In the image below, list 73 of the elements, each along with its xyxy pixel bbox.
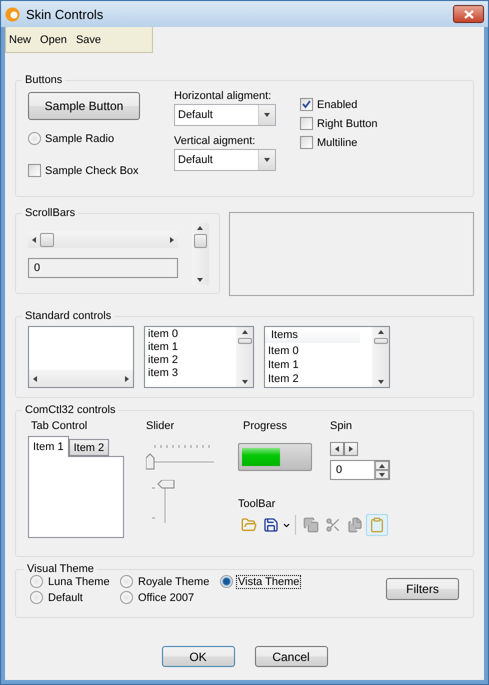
radio-button[interactable] [28,132,41,145]
radio-label[interactable]: Royale Theme [137,576,210,588]
sample-button[interactable]: Sample Button [28,92,140,120]
checkbox[interactable] [300,117,313,130]
section-label: Spin [330,420,354,432]
tab[interactable]: Item 1 [28,436,69,457]
horizontal-scrollbar[interactable] [29,370,133,387]
clipboard-button[interactable] [366,514,388,536]
list-item[interactable]: Item 2 [268,372,369,386]
group-title: ComCtl32 controls [24,404,116,416]
caret-icon [258,105,275,125]
section-label: Slider [146,420,176,432]
radio-button[interactable] [120,591,133,604]
value-field[interactable]: 0 [28,258,178,278]
left-arrow-button[interactable] [330,442,344,456]
radio-label[interactable]: Vista Theme [237,576,300,588]
close-icon [464,10,474,18]
right-arrow-button[interactable] [344,442,358,456]
ok-button[interactable]: OK [162,646,234,667]
checkbox[interactable] [300,98,313,111]
spin-field[interactable]: 0 [330,460,390,480]
vertical-scrollbar[interactable] [236,327,253,387]
alignment-dropdown[interactable]: Default [174,149,276,171]
radio-label[interactable]: Office 2007 [137,592,196,604]
radio-label[interactable]: Luna Theme [47,576,111,588]
checkbox[interactable] [28,164,41,177]
cancel-button[interactable]: Cancel [254,646,328,667]
checkbox-label[interactable]: Right Button [317,118,378,130]
checkbox-label[interactable]: Multiline [317,136,358,148]
menu-item[interactable]: New [9,34,32,46]
radio-button[interactable] [120,575,133,588]
app-icon [5,6,20,22]
group-title: Buttons [24,74,64,86]
close-button[interactable] [453,5,484,23]
list-item[interactable]: Item 0 [268,344,369,358]
tab[interactable]: Item 2 [68,439,110,456]
section-label: ToolBar [238,498,276,510]
alignment-dropdown[interactable]: Default [174,104,276,126]
menu-item[interactable]: Open [40,34,67,46]
radio-label[interactable]: Sample Radio [45,132,114,144]
menu-item[interactable]: Save [76,34,102,46]
vertical-scrollbar[interactable] [192,223,209,285]
checkbox-label[interactable]: Sample Check Box [45,164,139,176]
radio-button[interactable] [30,591,43,604]
caret-icon [258,150,275,170]
checkbox[interactable] [300,136,313,149]
radio-label[interactable]: Default [47,592,84,604]
horizontal-slider[interactable] [146,442,216,472]
field-label: Vertical aigment: [174,135,256,147]
list-item[interactable]: Item 1 [268,358,369,372]
section-label: Progress [243,420,288,432]
filters-button[interactable]: Filters [386,578,459,600]
column-header[interactable]: Items [265,329,360,343]
list-view[interactable]: Items Item 0 Item 1 Item 2 [264,326,390,388]
horizontal-scrollbar[interactable] [28,231,178,248]
window-title: Skin Controls [26,6,104,22]
checkbox-label[interactable]: Enabled [317,98,358,110]
vertical-scrollbar[interactable] [372,327,389,387]
group-title: ScrollBars [24,207,76,219]
list-box[interactable] [28,326,134,388]
list-item[interactable]: item 1 [148,341,233,354]
list-box[interactable]: item 0 item 1 item 2 item 3 [144,326,254,388]
radio-button[interactable] [220,575,233,588]
group-title: Visual Theme [26,563,95,575]
field-label: Horizontal aligment: [174,90,272,102]
list-item[interactable]: item 3 [148,367,233,380]
section-label: Tab Control [31,420,88,432]
radio-button[interactable] [30,575,43,588]
spin-down-button[interactable] [375,470,389,479]
list-item[interactable]: item 2 [148,354,233,367]
list-item[interactable]: item 0 [148,328,233,341]
group-title: Standard controls [24,310,112,322]
spin-up-button[interactable] [375,461,389,470]
